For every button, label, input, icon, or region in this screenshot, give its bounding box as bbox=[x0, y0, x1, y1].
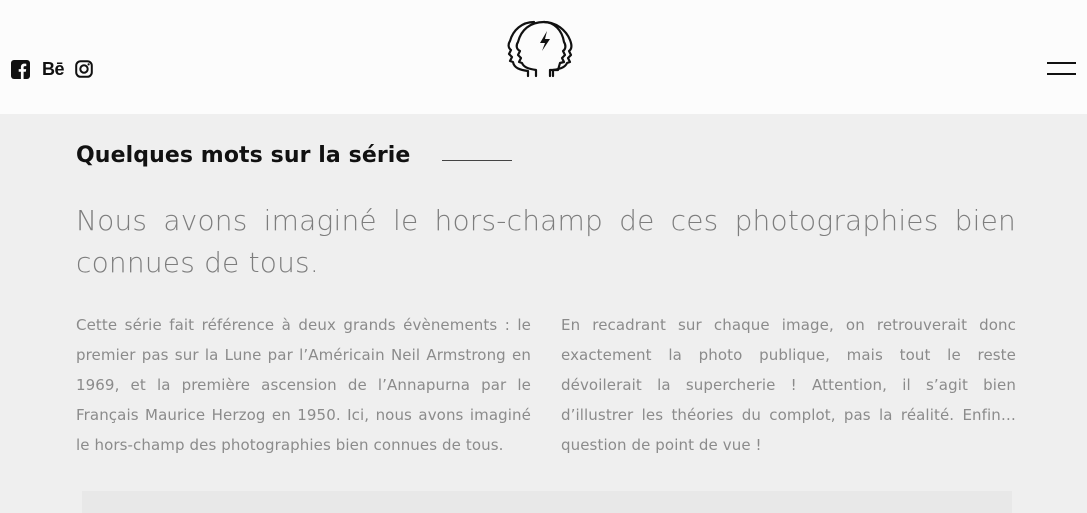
hamburger-menu-icon[interactable] bbox=[1047, 59, 1077, 79]
site-header: Bē bbox=[0, 0, 1087, 114]
gallery-panel bbox=[82, 491, 1012, 513]
title-divider bbox=[442, 160, 512, 161]
paragraph-left: Cette série fait référence à deux grands… bbox=[76, 316, 531, 454]
social-links: Bē bbox=[10, 58, 94, 80]
section-title: Quelques mots sur la série bbox=[76, 143, 411, 168]
menu-bar-bottom bbox=[1047, 73, 1076, 75]
lead-text: Nous avons imaginé le hors-champ de ces … bbox=[76, 204, 1016, 279]
two-heads-lightning-logo[interactable] bbox=[506, 18, 582, 80]
instagram-icon[interactable] bbox=[74, 59, 94, 79]
menu-bar-top bbox=[1047, 62, 1076, 64]
paragraph-right: En recadrant sur chaque image, on retrou… bbox=[561, 316, 1016, 454]
behance-icon[interactable]: Bē bbox=[40, 59, 66, 79]
facebook-icon[interactable] bbox=[10, 59, 30, 79]
